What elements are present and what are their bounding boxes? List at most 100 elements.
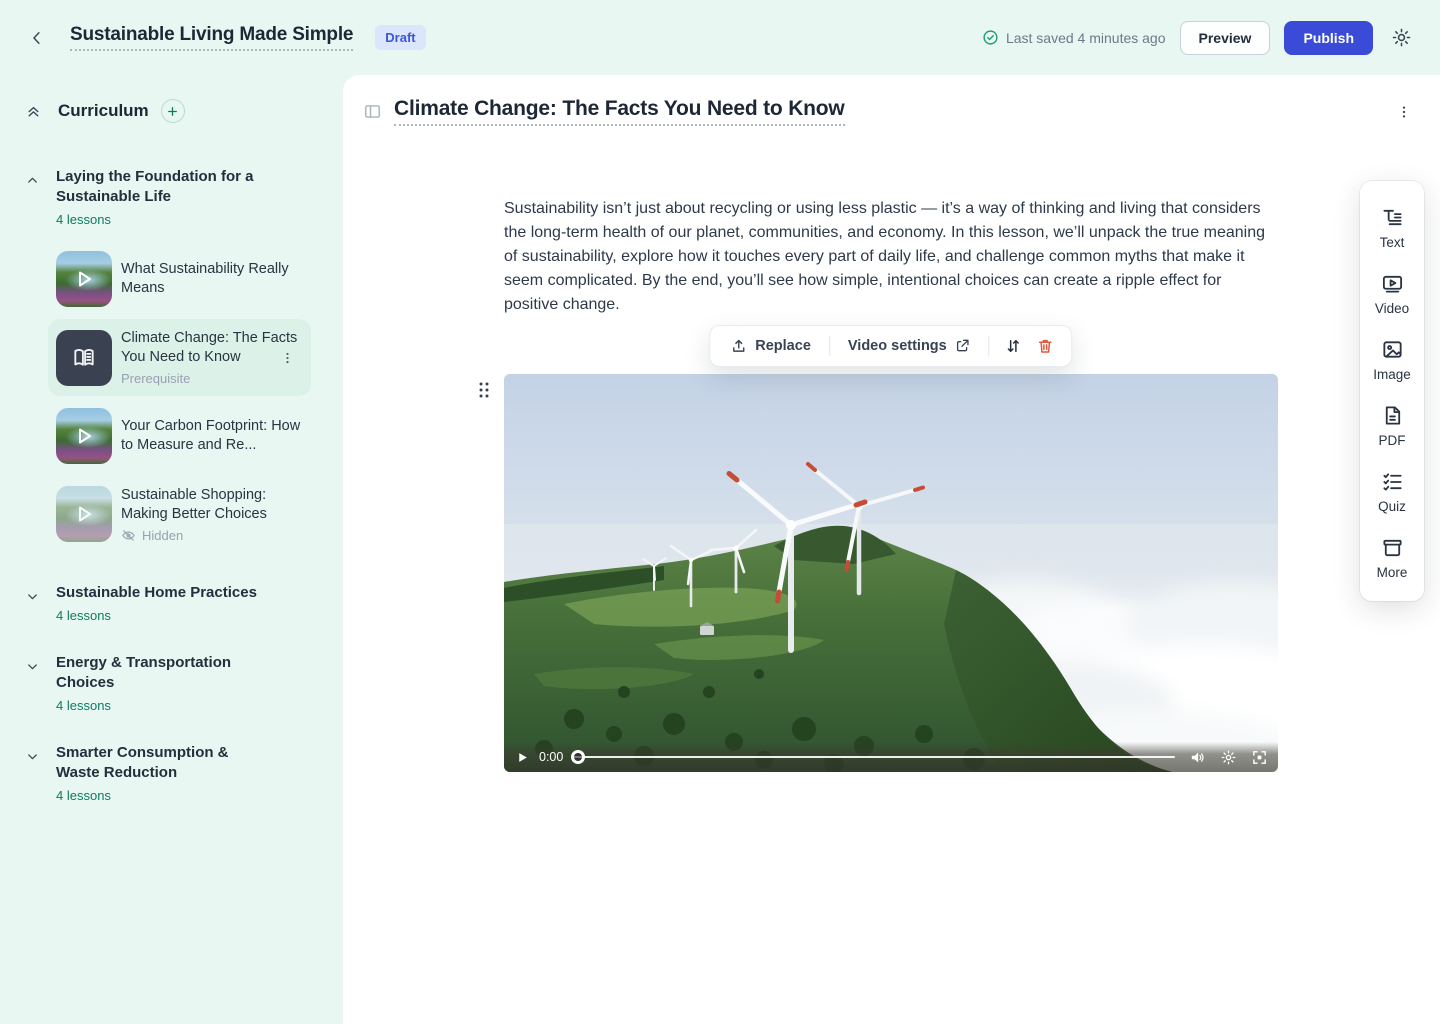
insert-image-button[interactable]: Image (1360, 327, 1424, 393)
double-chevron-up-icon (25, 103, 42, 120)
eye-off-icon (121, 528, 136, 543)
book-open-icon (71, 345, 97, 371)
lesson-editor-panel: Climate Change: The Facts You Need to Kn… (343, 75, 1440, 1024)
lesson-page-title[interactable]: Climate Change: The Facts You Need to Kn… (394, 97, 845, 126)
curriculum-section: Sustainable Home Practices 4 lessons (0, 583, 327, 623)
lesson-title: Your Carbon Footprint: How to Measure an… (121, 417, 309, 455)
divider (829, 336, 830, 356)
video-settings-gear-button[interactable] (1220, 749, 1237, 766)
preview-button[interactable]: Preview (1180, 21, 1271, 55)
publish-button[interactable]: Publish (1284, 21, 1373, 55)
chevron-down-icon (25, 589, 40, 604)
top-bar: Sustainable Living Made Simple Draft Las… (0, 0, 1440, 75)
chevron-up-icon (25, 173, 40, 188)
external-link-icon (955, 338, 971, 354)
check-circle-icon (982, 29, 999, 46)
collapse-all-button[interactable] (25, 103, 42, 120)
curriculum-sidebar: Curriculum Laying the Foundation for a S… (0, 75, 343, 1024)
section-title: Smarter Consumption & Waste Reduction (56, 743, 271, 783)
play-button[interactable] (514, 749, 531, 766)
video-thumbnail (56, 486, 112, 542)
curriculum-section: Laying the Foundation for a Sustainable … (0, 167, 327, 553)
block-drag-handle[interactable] (477, 380, 491, 400)
upload-icon (730, 338, 747, 355)
reading-thumbnail (56, 330, 112, 386)
course-title[interactable]: Sustainable Living Made Simple (70, 24, 353, 51)
trash-icon (1037, 337, 1055, 355)
insert-block-toolbar: Text Video Image PDF Quiz (1360, 181, 1424, 601)
delete-block-button[interactable] (1032, 333, 1060, 359)
lesson-title: What Sustainability Really Means (121, 260, 309, 298)
add-section-button[interactable] (161, 99, 185, 123)
last-saved-text: Last saved 4 minutes ago (1006, 30, 1166, 46)
plus-icon (166, 105, 179, 118)
section-lesson-count: 4 lessons (56, 212, 271, 227)
play-icon (56, 408, 112, 464)
lesson-body: Sustainability isn’t just about recyclin… (504, 197, 1278, 772)
wind-farm-video-frame (504, 374, 1278, 772)
section-title: Laying the Foundation for a Sustainable … (56, 167, 271, 207)
video-controls: 0:00 (504, 742, 1278, 772)
section-header[interactable]: Sustainable Home Practices 4 lessons (0, 583, 327, 623)
section-title: Sustainable Home Practices (56, 583, 257, 603)
lesson-item-selected[interactable]: Climate Change: The Facts You Need to Kn… (48, 319, 311, 396)
divider (989, 336, 990, 356)
chevron-left-icon (28, 29, 46, 47)
quiz-checklist-icon (1381, 470, 1404, 493)
video-progress-bar[interactable] (571, 750, 1175, 764)
lesson-item[interactable]: Your Carbon Footprint: How to Measure an… (48, 398, 327, 474)
panel-left-icon (363, 102, 382, 121)
insert-more-button[interactable]: More (1360, 525, 1424, 591)
video-thumbnail (56, 408, 112, 464)
video-settings-button[interactable]: Video settings (840, 334, 979, 358)
lesson-item[interactable]: What Sustainability Really Means (48, 241, 327, 317)
chevron-down-icon (25, 749, 40, 764)
last-saved-status: Last saved 4 minutes ago (982, 29, 1166, 46)
section-lesson-count: 4 lessons (56, 608, 257, 623)
lesson-options-button[interactable] (1392, 100, 1416, 124)
sort-arrows-icon (1005, 337, 1023, 355)
lesson-item-hidden[interactable]: Sustainable Shopping: Making Better Choi… (48, 476, 327, 553)
volume-button[interactable] (1189, 749, 1206, 766)
settings-button[interactable] (1387, 23, 1416, 52)
fullscreen-button[interactable] (1251, 749, 1268, 766)
gear-icon (1391, 27, 1412, 48)
section-title: Energy & Transportation Choices (56, 653, 271, 693)
section-header[interactable]: Energy & Transportation Choices 4 lesson… (0, 653, 327, 713)
section-header[interactable]: Laying the Foundation for a Sustainable … (0, 167, 327, 227)
lesson-title: Sustainable Shopping: Making Better Choi… (121, 486, 309, 524)
play-icon (56, 251, 112, 307)
video-thumbnail (56, 251, 112, 307)
move-block-button[interactable] (1000, 333, 1028, 359)
lesson-menu-button[interactable] (276, 346, 299, 369)
insert-text-button[interactable]: Text (1360, 195, 1424, 261)
course-editor: Sustainable Living Made Simple Draft Las… (0, 0, 1440, 1024)
curriculum-title: Curriculum (58, 101, 149, 121)
image-icon (1381, 338, 1404, 361)
video-player[interactable]: 0:00 (504, 374, 1278, 772)
text-icon (1381, 206, 1404, 229)
replace-button[interactable]: Replace (722, 334, 819, 359)
lesson-paragraph[interactable]: Sustainability isn’t just about recyclin… (504, 197, 1278, 317)
section-lesson-count: 4 lessons (56, 788, 271, 803)
video-time: 0:00 (539, 750, 563, 764)
back-button[interactable] (24, 25, 50, 51)
toggle-sidebar-button[interactable] (363, 102, 382, 121)
insert-pdf-button[interactable]: PDF (1360, 393, 1424, 459)
progress-track (571, 756, 1175, 758)
video-icon (1381, 272, 1404, 295)
section-lesson-count: 4 lessons (56, 698, 271, 713)
section-header[interactable]: Smarter Consumption & Waste Reduction 4 … (0, 743, 327, 803)
insert-quiz-button[interactable]: Quiz (1360, 459, 1424, 525)
status-badge: Draft (375, 25, 425, 50)
video-block-toolbar: Replace Video settings (709, 325, 1072, 367)
chevron-down-icon (25, 659, 40, 674)
kebab-vertical-icon (280, 350, 295, 365)
insert-video-button[interactable]: Video (1360, 261, 1424, 327)
play-icon (56, 486, 112, 542)
curriculum-section: Smarter Consumption & Waste Reduction 4 … (0, 743, 327, 803)
more-archive-icon (1381, 536, 1404, 559)
progress-knob[interactable] (571, 750, 585, 764)
lesson-prerequisite-label: Prerequisite (121, 371, 303, 386)
curriculum-section: Energy & Transportation Choices 4 lesson… (0, 653, 327, 713)
